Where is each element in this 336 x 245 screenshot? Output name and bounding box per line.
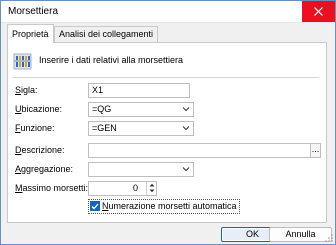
checkbox-label: Numerazione morsetti automatica <box>102 201 250 211</box>
tab-proprieta[interactable]: Proprietà <box>7 24 54 43</box>
close-button[interactable] <box>302 1 335 22</box>
descrizione-field[interactable] <box>88 143 311 158</box>
descrizione-label-text: escrizione: <box>21 145 65 155</box>
window-title: Morsettiera <box>8 6 59 17</box>
close-icon <box>314 7 323 16</box>
funzione-select[interactable]: =GEN <box>88 121 194 136</box>
spinner-arrows[interactable] <box>146 182 156 195</box>
separator <box>13 77 319 78</box>
aggregazione-label: Aggregazione: <box>15 164 73 174</box>
ubicazione-label-text: bicazione: <box>21 104 63 114</box>
checkbox-box[interactable] <box>90 201 100 211</box>
funzione-label-text: unzione: <box>20 123 55 133</box>
sigla-field[interactable]: X1 <box>88 83 190 98</box>
descrizione-label: Descrizione: <box>15 145 65 155</box>
properties-panel: Inserire i dati relativi alla morsettier… <box>7 42 327 223</box>
sigla-label-text: igla: <box>21 85 38 95</box>
spin-down-icon[interactable] <box>148 188 155 194</box>
massimo-label-text: assimo morsetti: <box>22 183 89 193</box>
sigla-label: Sigla: <box>15 85 38 95</box>
massimo-label: Massimo morsetti: <box>15 183 88 193</box>
checkbox-label-text: umerazione morsetti automatica <box>108 201 237 211</box>
chevron-down-icon <box>182 126 190 131</box>
massimo-morsetti-spinner[interactable]: 0 <box>88 181 157 196</box>
aggregazione-select[interactable] <box>88 162 194 177</box>
massimo-value: 0 <box>132 183 138 193</box>
terminal-strip-icon <box>13 53 32 70</box>
dialog-window: Morsettiera Proprietà Analisi dei colleg… <box>0 0 336 245</box>
ubicazione-value: =QG <box>92 104 112 114</box>
tab-analisi-collegamenti[interactable]: Analisi dei collegamenti <box>54 26 159 42</box>
funzione-label: Funzione: <box>15 123 55 133</box>
ubicazione-select[interactable]: =QG <box>88 102 194 117</box>
resize-grip-icon[interactable] <box>325 234 333 242</box>
chevron-down-icon <box>182 167 190 172</box>
funzione-value: =GEN <box>92 123 117 133</box>
cancel-button[interactable]: Annulla <box>269 227 332 242</box>
checkmark-icon <box>91 203 99 209</box>
numerazione-automatica-checkbox[interactable]: Numerazione morsetti automatica <box>88 199 240 214</box>
descrizione-browse-button[interactable]: ... <box>310 143 321 158</box>
info-text: Inserire i dati relativi alla morsettier… <box>39 55 184 65</box>
massimo-label-hotkey: M <box>15 183 23 193</box>
chevron-down-icon <box>182 107 190 112</box>
ubicazione-label: Ubicazione: <box>15 104 62 114</box>
title-bar: Morsettiera <box>1 1 335 23</box>
aggregazione-label-text: ggregazione: <box>21 164 74 174</box>
